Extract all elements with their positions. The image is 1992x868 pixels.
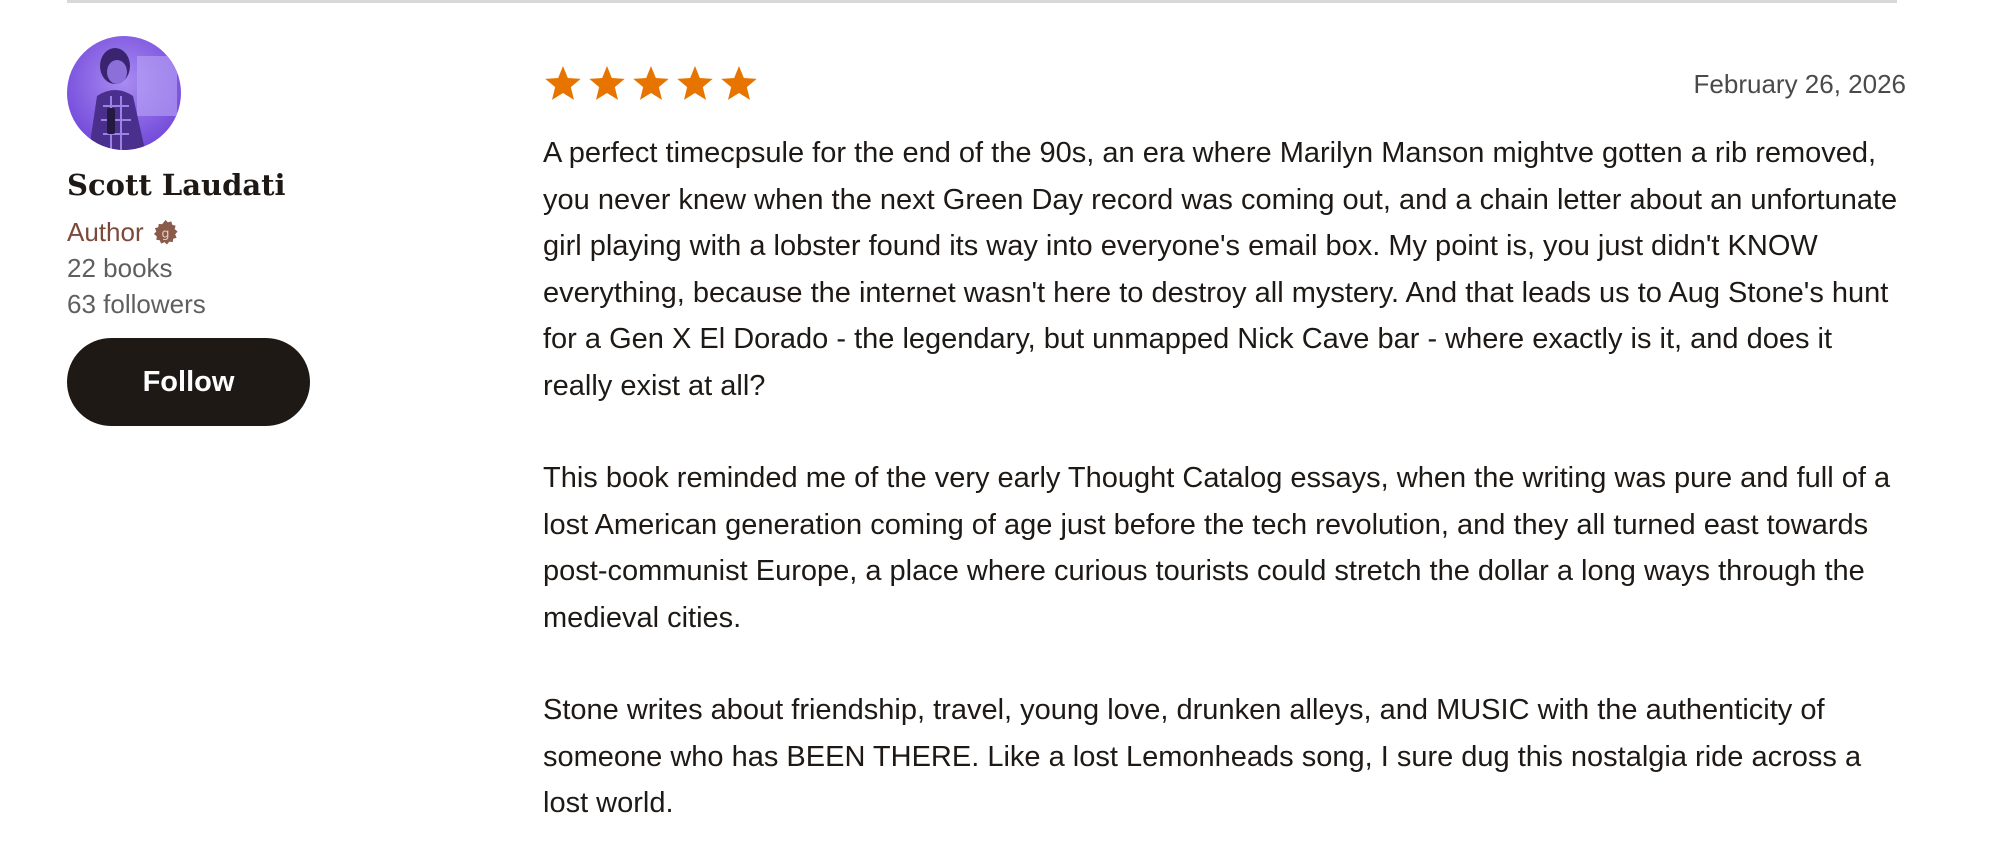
review-section: February 26, 2026 A perfect timecpsule f… bbox=[543, 60, 1906, 868]
star-icon bbox=[589, 66, 625, 100]
star-icon bbox=[545, 66, 581, 100]
star-icon bbox=[677, 66, 713, 100]
author-role-label[interactable]: Author bbox=[67, 217, 144, 248]
avatar[interactable] bbox=[67, 36, 181, 150]
star-icon bbox=[721, 66, 757, 100]
follow-button[interactable]: Follow bbox=[67, 338, 310, 426]
review-card: Scott Laudati Author g 22 books 63 follo… bbox=[0, 0, 1992, 868]
review-date[interactable]: February 26, 2026 bbox=[1694, 69, 1906, 100]
author-badge-icon: g bbox=[153, 219, 178, 245]
svg-text:g: g bbox=[161, 225, 169, 240]
avatar-image bbox=[67, 36, 181, 150]
divider bbox=[67, 0, 1897, 3]
reviewer-name[interactable]: Scott Laudati bbox=[67, 166, 367, 204]
review-paragraph: Stone writes about friendship, travel, y… bbox=[543, 694, 1862, 819]
review-header: February 26, 2026 bbox=[543, 60, 1906, 108]
star-icon bbox=[633, 66, 669, 100]
author-role: Author g bbox=[67, 214, 367, 250]
review-text: A perfect timecpsule for the end of the … bbox=[543, 130, 1906, 827]
followers-count[interactable]: 63 followers bbox=[67, 286, 367, 322]
review-paragraph: This book reminded me of the very early … bbox=[543, 462, 1891, 634]
reviewer-profile: Scott Laudati Author g 22 books 63 follo… bbox=[67, 36, 367, 426]
review-paragraph: A perfect timecpsule for the end of the … bbox=[543, 137, 1898, 402]
star-rating bbox=[543, 64, 759, 104]
books-count[interactable]: 22 books bbox=[67, 250, 367, 286]
